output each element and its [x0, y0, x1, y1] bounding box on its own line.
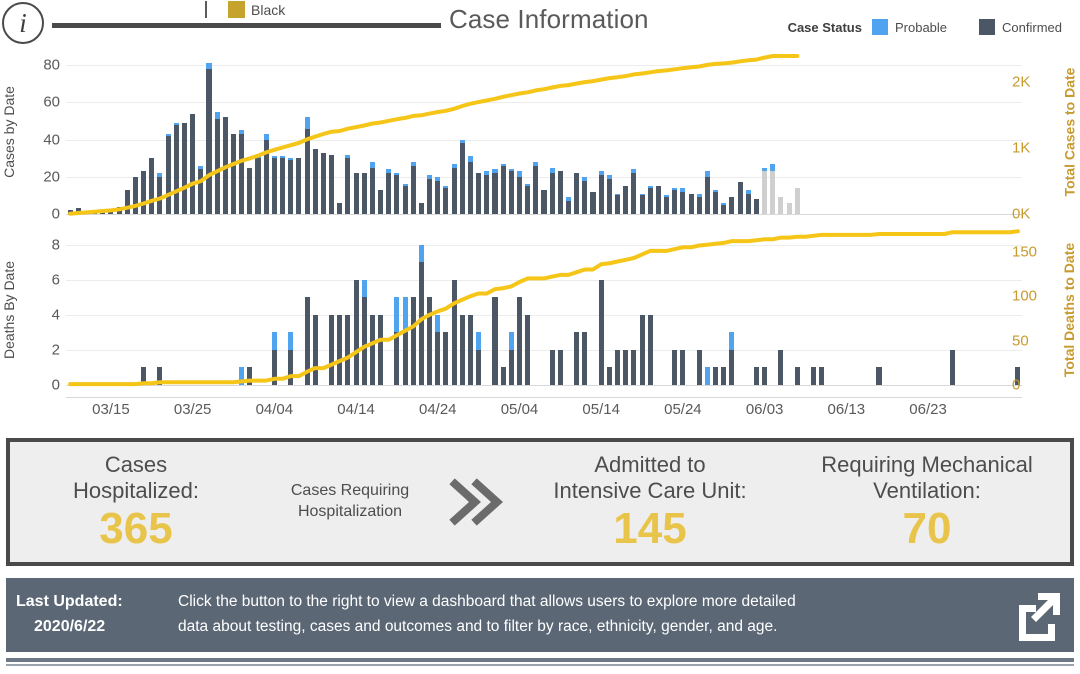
kpi-ventilation-value: 70	[902, 503, 952, 553]
right-y-axis-tick-label: 0K	[1012, 205, 1031, 223]
footer-message-line-1: Click the button to the right to view a …	[178, 593, 796, 611]
last-updated-label: Last Updated:	[16, 593, 123, 611]
case-status-legend-title: Case Status	[787, 19, 862, 35]
y-axis-tick-label: 8	[51, 236, 60, 254]
kpi-icu-label-1: Admitted to	[594, 452, 706, 478]
orphan-race-legend: Black	[200, 1, 285, 18]
kpi-mechanical-ventilation[interactable]: Requiring Mechanical Ventilation: 70	[784, 452, 1070, 552]
cumulative-line-series	[68, 229, 1020, 387]
legend-tick-mark	[205, 1, 207, 18]
y-axis-tick-label: 6	[51, 271, 60, 289]
external-link-button[interactable]	[1002, 589, 1074, 641]
cases-y-axis-title: Cases by Date	[1, 86, 18, 178]
y-axis-tick-label: 60	[43, 93, 60, 111]
right-y-axis-tick-label: 1K	[1012, 139, 1031, 157]
x-axis-tick-label: 06/23	[909, 401, 947, 418]
right-y-axis-tick-label: 0	[1012, 376, 1021, 394]
x-axis-tick-label: 06/03	[745, 401, 784, 418]
kpi-cases-hospitalized[interactable]: Cases Hospitalized: 365	[10, 452, 262, 552]
y-axis-tick-label: 40	[43, 131, 60, 149]
kpi-hospitalized-value: 365	[99, 503, 173, 553]
x-axis-tick-label: 03/25	[173, 401, 212, 418]
y-axis-tick-label: 0	[51, 376, 60, 394]
right-y-axis-tick-label: 2K	[1012, 73, 1031, 91]
right-y-axis-tick-label: 100	[1012, 287, 1038, 305]
total-cases-y-axis-title: Total Cases to Date	[1061, 67, 1078, 197]
total-deaths-y-axis-title: Total Deaths to Date	[1061, 242, 1077, 377]
x-axis-tick-label: 03/15	[92, 401, 130, 418]
kpi-hospitalized-label-2: Hospitalized:	[73, 478, 199, 504]
kpi-admitted-icu[interactable]: Admitted to Intensive Care Unit: 145	[516, 452, 784, 552]
x-axis-rule	[66, 397, 1022, 398]
cumulative-line-series	[68, 54, 800, 216]
case-status-legend: Case Status Probable Confirmed	[788, 19, 1062, 35]
x-axis-tick-label: 04/24	[418, 401, 457, 418]
legend-item-confirmed[interactable]: Confirmed	[979, 19, 1062, 35]
title-divider-rule	[52, 23, 441, 28]
legend-item-probable[interactable]: Probable	[871, 19, 948, 35]
y-axis-tick-label: 20	[43, 168, 60, 186]
footer-bar: Last Updated: 2020/6/22 Click the button…	[6, 578, 1074, 652]
x-axis-tick-label: 05/24	[664, 401, 702, 418]
x-axis-tick-label: 04/14	[337, 401, 375, 418]
connector-text-line-2: Hospitalization	[297, 503, 403, 520]
right-y-axis-tick-label: 150	[1012, 243, 1038, 261]
footer-divider-thin	[6, 664, 1074, 666]
info-icon[interactable]: i	[2, 2, 44, 44]
kpi-icu-label-2: Intensive Care Unit:	[553, 478, 747, 504]
page-title: Case Information	[449, 4, 649, 34]
legend-swatch-black[interactable]	[228, 1, 245, 18]
double-chevron-right-icon	[438, 478, 516, 526]
y-axis-tick-label: 0	[51, 205, 60, 223]
legend-label-probable: Probable	[894, 19, 948, 35]
external-link-icon	[1019, 593, 1060, 641]
cases-plot-area[interactable]	[66, 42, 1022, 222]
legend-label-black: Black	[251, 1, 286, 18]
x-axis-tick-label: 06/13	[827, 401, 866, 418]
x-axis-tick-label: 04/04	[255, 401, 294, 418]
last-updated-block: Last Updated: 2020/6/22	[6, 590, 178, 640]
probable-swatch-icon	[871, 19, 888, 35]
footer-divider-thick	[6, 658, 1074, 662]
deaths-by-date-chart[interactable]: Deaths By Date Total Deaths to Date	[0, 222, 1080, 397]
y-axis-tick-label: 80	[43, 56, 60, 74]
footer-message: Click the button to the right to view a …	[178, 590, 1002, 640]
y-axis-tick-label: 4	[51, 306, 60, 324]
date-x-axis: 03/15 03/25 04/04 04/14 04/24 05/04 05/14 05/24…	[0, 397, 1080, 427]
connector-text-line-1: Cases Requiring	[290, 482, 410, 500]
footer-message-line-2: data about testing, cases and outcomes a…	[178, 618, 778, 635]
last-updated-date: 2020/6/22	[34, 618, 106, 635]
kpi-ventilation-label-1: Requiring Mechanical	[821, 452, 1033, 478]
y-axis-tick-label: 2	[51, 341, 60, 359]
kpi-ventilation-label-2: Ventilation:	[873, 478, 981, 504]
legend-label-confirmed: Confirmed	[1002, 19, 1062, 35]
dashboard-header: i Black Case Information Case Status Pro…	[0, 0, 1080, 44]
kpi-icu-value: 145	[613, 503, 687, 553]
deaths-plot-area[interactable]	[66, 222, 1022, 397]
kpi-panel: Cases Hospitalized: 365 Cases Requiring …	[6, 438, 1074, 566]
kpi-hospitalized-label-1: Cases	[104, 452, 168, 478]
x-axis-tick-label: 05/14	[582, 401, 620, 418]
kpi-connector-text: Cases Requiring Hospitalization	[262, 481, 438, 523]
right-y-axis-tick-label: 50	[1012, 332, 1029, 350]
deaths-y-axis-title: Deaths By Date	[1, 260, 17, 359]
cases-by-date-chart[interactable]: Cases by Date Total Cases to Date	[0, 42, 1080, 222]
confirmed-swatch-icon	[979, 19, 996, 35]
x-axis-tick-label: 05/04	[500, 401, 539, 418]
